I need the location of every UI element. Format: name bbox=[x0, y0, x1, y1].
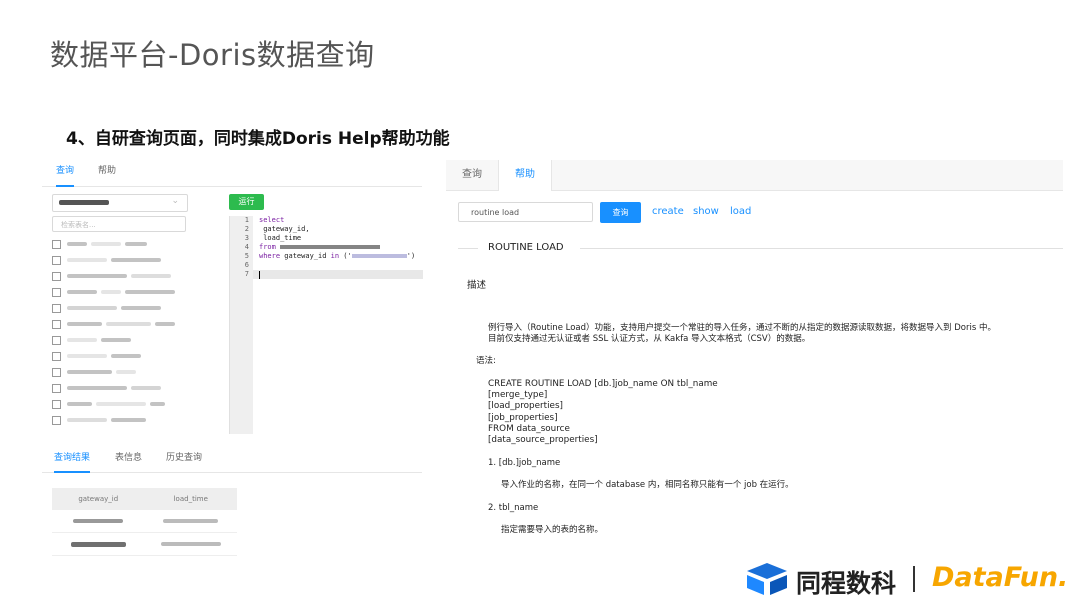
code-line: where gateway_id in (' ') bbox=[259, 252, 416, 260]
table-list-item[interactable] bbox=[52, 332, 222, 348]
code-keyword: in bbox=[330, 252, 340, 260]
param-item-description: 导入作业的名称，在同一个 database 内，相同名称只能有一个 job 在运… bbox=[501, 480, 794, 490]
tab-help[interactable]: 帮助 bbox=[498, 160, 552, 191]
table-list-item[interactable] bbox=[52, 284, 222, 300]
code-keyword: from bbox=[259, 243, 276, 251]
table-icon bbox=[52, 367, 61, 377]
code-keyword: where bbox=[259, 252, 281, 260]
table-icon bbox=[52, 255, 61, 265]
table-list-item[interactable] bbox=[52, 236, 222, 252]
brand-datafun: DataFun. bbox=[932, 562, 1069, 593]
code-line: from bbox=[259, 243, 415, 252]
table-icon bbox=[52, 303, 61, 313]
help-link-load[interactable]: load bbox=[730, 206, 751, 217]
table-icon bbox=[52, 415, 61, 425]
table-list-item[interactable] bbox=[52, 300, 222, 316]
param-item-heading: 1. [db.]job_name bbox=[488, 458, 561, 468]
table-list-item[interactable] bbox=[52, 316, 222, 332]
table-list-item[interactable] bbox=[52, 412, 222, 428]
line-number: 2 bbox=[244, 225, 249, 233]
table-icon bbox=[52, 399, 61, 409]
chevron-down-icon: ⌄ bbox=[171, 196, 179, 206]
code-line: load_time bbox=[259, 234, 302, 242]
tab-query[interactable]: 查询 bbox=[56, 158, 75, 187]
top-tab-bar: 查询 帮助 bbox=[42, 158, 422, 187]
doc-title: ROUTINE LOAD bbox=[488, 242, 564, 253]
line-number: 4 bbox=[244, 243, 249, 251]
help-tab-bar: 查询 帮助 bbox=[446, 160, 1063, 191]
slide-subtitle: 4、自研查询页面，同时集成Doris Help帮助功能 bbox=[66, 129, 450, 149]
help-search-input[interactable]: routine load bbox=[458, 202, 593, 222]
divider bbox=[458, 248, 478, 249]
table-icon bbox=[52, 239, 61, 249]
line-number: 7 bbox=[244, 270, 249, 278]
tab-query[interactable]: 查询 bbox=[446, 160, 498, 190]
line-number: 5 bbox=[244, 252, 249, 260]
table-list-item[interactable] bbox=[52, 348, 222, 364]
line-number: 6 bbox=[244, 261, 249, 269]
tab-help[interactable]: 帮助 bbox=[98, 158, 116, 185]
syntax-line: CREATE ROUTINE LOAD [db.]job_name ON tbl… bbox=[488, 379, 718, 389]
code-line: gateway_id, bbox=[259, 225, 310, 233]
line-number: 3 bbox=[244, 234, 249, 242]
tab-table-info[interactable]: 表信息 bbox=[115, 446, 142, 471]
result-table: gateway_id load_time bbox=[52, 488, 237, 556]
syntax-line: [data_source_properties] bbox=[488, 435, 598, 446]
column-header-gateway-id: gateway_id bbox=[78, 495, 119, 503]
tongcheng-logo-icon bbox=[747, 563, 787, 595]
table-list-item[interactable] bbox=[52, 364, 222, 380]
run-button[interactable]: 运行 bbox=[229, 194, 264, 210]
table-list-item[interactable] bbox=[52, 380, 222, 396]
help-link-show[interactable]: show bbox=[693, 206, 719, 217]
result-tab-bar: 查询结果 表信息 历史查询 bbox=[42, 446, 422, 473]
divider bbox=[580, 248, 1063, 249]
tab-query-history[interactable]: 历史查询 bbox=[166, 446, 202, 471]
table-icon bbox=[52, 319, 61, 329]
query-page-screenshot: 查询 帮助 ⌄ 检索表名... 运行 1 2 3 4 5 6 7 select … bbox=[42, 158, 423, 558]
syntax-line: FROM data_source bbox=[488, 423, 570, 434]
syntax-line: [job_properties] bbox=[488, 412, 558, 423]
slide-title: 数据平台-Doris数据查询 bbox=[50, 38, 375, 72]
section-heading-description: 描述 bbox=[467, 280, 487, 291]
text-cursor bbox=[259, 271, 260, 279]
table-row bbox=[52, 510, 237, 533]
column-header-load-time: load_time bbox=[173, 495, 208, 503]
line-number: 1 bbox=[244, 216, 249, 224]
table-icon bbox=[52, 287, 61, 297]
table-icon bbox=[52, 271, 61, 281]
editor-gutter: 1 2 3 4 5 6 7 bbox=[230, 216, 253, 434]
section-heading-syntax: 语法: bbox=[476, 356, 496, 366]
param-item-description: 指定需要导入的表的名称。 bbox=[501, 525, 604, 535]
table-list-item[interactable] bbox=[52, 252, 222, 268]
table-list-item[interactable] bbox=[52, 268, 222, 284]
syntax-line: [merge_type] bbox=[488, 390, 548, 401]
help-page-screenshot: 查询 帮助 routine load 查询 create show load R… bbox=[446, 160, 1063, 542]
param-item-heading: 2. tbl_name bbox=[488, 503, 539, 513]
logo-separator bbox=[913, 566, 915, 592]
editor-code: select gateway_id, load_time from where … bbox=[259, 216, 415, 279]
brand-tongcheng: 同程数科 bbox=[796, 569, 897, 598]
syntax-block: CREATE ROUTINE LOAD [db.]job_name ON tbl… bbox=[488, 379, 718, 446]
help-search-button[interactable]: 查询 bbox=[600, 202, 641, 223]
tab-query-result[interactable]: 查询结果 bbox=[54, 446, 91, 473]
sql-editor[interactable]: 1 2 3 4 5 6 7 select gateway_id, load_ti… bbox=[229, 216, 423, 434]
database-select-value-redacted bbox=[59, 200, 109, 205]
help-link-create[interactable]: create bbox=[652, 206, 684, 217]
description-line: 例行导入（Routine Load）功能，支持用户提交一个常驻的导入任务，通过不… bbox=[488, 323, 996, 333]
table-icon bbox=[52, 383, 61, 393]
table-list-item[interactable] bbox=[52, 396, 222, 412]
result-table-header: gateway_id load_time bbox=[52, 488, 237, 510]
description-line: 目前仅支持通过无认证或者 SSL 认证方式，从 Kakfa 导入文本格式（CSV… bbox=[488, 334, 811, 344]
table-list bbox=[52, 236, 222, 428]
table-row bbox=[52, 533, 237, 556]
table-icon bbox=[52, 351, 61, 361]
database-select[interactable]: ⌄ bbox=[52, 194, 188, 212]
table-search-input[interactable]: 检索表名... bbox=[52, 216, 186, 232]
syntax-line: [load_properties] bbox=[488, 401, 563, 412]
table-icon bbox=[52, 335, 61, 345]
code-line: select bbox=[259, 216, 285, 224]
